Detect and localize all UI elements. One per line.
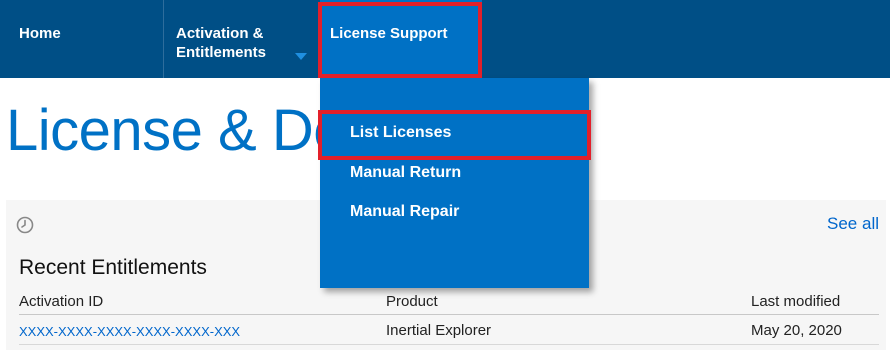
activation-id-link[interactable]: XXXX-XXXX-XXXX-XXXX-XXXX-XXX [19,324,240,339]
last-modified-cell: May 20, 2020 [751,322,842,339]
top-navbar: Home Activation & Entitlements License S… [0,0,890,78]
menu-item-manual-return[interactable]: Manual Return [350,164,461,182]
header-divider [19,314,879,315]
nav-home-link[interactable]: Home [19,24,61,43]
nav-activation-entitlements[interactable]: Activation & Entitlements [163,0,313,78]
clock-icon [16,216,34,234]
see-all-link[interactable]: See all [827,214,879,234]
menu-item-manual-repair[interactable]: Manual Repair [350,203,459,221]
nav-activation-label-line2: Entitlements [176,44,267,61]
nav-activation-label-line1: Activation & [176,25,264,42]
license-support-dropdown: List Licenses Manual Return Manual Repai… [320,78,589,288]
column-header-product[interactable]: Product [386,293,438,310]
menu-item-list-licenses[interactable]: List Licenses [350,124,451,142]
chevron-down-icon [295,53,307,60]
column-header-activation-id[interactable]: Activation ID [19,293,103,310]
column-header-last-modified[interactable]: Last modified [751,293,840,310]
page-title: License & Del [6,98,358,163]
row-divider [19,344,879,345]
section-title: Recent Entitlements [19,256,207,279]
nav-license-support[interactable]: License Support [320,0,482,78]
product-cell: Inertial Explorer [386,322,492,339]
nav-license-support-label: License Support [330,25,448,42]
